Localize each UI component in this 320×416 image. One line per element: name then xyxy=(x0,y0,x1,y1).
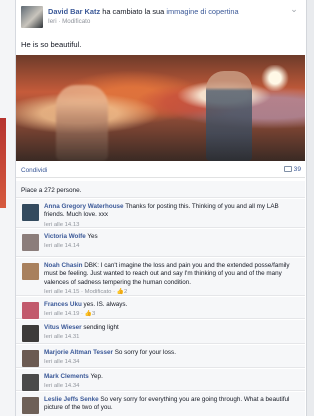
commenter-name-link[interactable]: Mark Clements xyxy=(44,373,89,380)
comment-item: Victoria Wolfe Yes Ieri alle 14.14 xyxy=(16,229,305,257)
side-banner-fragment xyxy=(0,118,6,208)
commenter-avatar[interactable] xyxy=(22,204,39,221)
chevron-down-icon[interactable]: ⌄ xyxy=(289,4,299,14)
photo-light-glow xyxy=(260,65,290,91)
comment-text: Yes xyxy=(87,233,98,240)
post-actions-bar: Condividi 39 xyxy=(16,163,305,178)
comment-bubble-icon xyxy=(283,166,292,173)
commenter-avatar[interactable] xyxy=(22,325,39,342)
comment-meta: Ieri alle 14.15 · Modificato · 👍2 xyxy=(44,288,299,296)
author-name-link[interactable]: David Bar Katz xyxy=(48,7,100,16)
comment-body: Marjorie Altman Tesser So sorry for your… xyxy=(44,349,299,367)
commenter-avatar[interactable] xyxy=(22,350,39,367)
commenter-name-link[interactable]: Vitus Wieser xyxy=(44,324,82,331)
commenter-avatar[interactable] xyxy=(22,302,39,319)
post-action-text: ha cambiato la sua xyxy=(102,7,165,16)
comment-like-count[interactable]: 3 xyxy=(92,311,95,317)
scrollbar-track[interactable] xyxy=(306,0,314,416)
comments-count-value: 39 xyxy=(293,166,301,173)
photo-figure-left xyxy=(56,85,108,161)
comment-item: Vitus Wieser sending light Ieri alle 14.… xyxy=(16,320,305,344)
cover-photo-post: David Bar Katz ha cambiato la sua immagi… xyxy=(16,0,306,416)
thumbs-up-icon: 👍 xyxy=(116,289,125,296)
thumbs-up-icon: 👍 xyxy=(84,311,92,318)
post-header: David Bar Katz ha cambiato la sua immagi… xyxy=(21,4,301,30)
comment-timestamp[interactable]: Ieri alle 14.14 xyxy=(44,242,299,250)
comment-item: Mark Clements Yep. Ieri alle 14.34 xyxy=(16,369,305,391)
cover-photo[interactable] xyxy=(16,55,305,161)
post-meta: Ieri · Modificato xyxy=(48,18,90,25)
comment-body: Noah Chasin DBK: I can't imagine the los… xyxy=(44,262,299,297)
comment-body: Leslie Jeffs Senke So very sorry for eve… xyxy=(44,396,299,413)
comment-body: Frances Uku yes. IS. always. Ieri alle 1… xyxy=(44,301,299,319)
commenter-name-link[interactable]: Frances Uku xyxy=(44,301,82,308)
share-link[interactable]: Condividi xyxy=(21,167,47,174)
comment-text: sending light xyxy=(83,324,119,331)
comment-text: yes. IS. always. xyxy=(83,301,128,308)
comment-timestamp[interactable]: Ieri alle 14.15 · Modificato · xyxy=(44,289,117,295)
comment-timestamp[interactable]: Ieri alle 14.13 xyxy=(44,221,299,229)
commenter-name-link[interactable]: Noah Chasin xyxy=(44,262,83,269)
comment-text: So sorry for your loss. xyxy=(114,349,176,356)
author-avatar[interactable] xyxy=(21,6,43,28)
commenter-avatar[interactable] xyxy=(22,234,39,251)
commenter-avatar[interactable] xyxy=(22,263,39,280)
comment-body: Anna Gregory Waterhouse Thanks for posti… xyxy=(44,203,299,229)
comment-timestamp[interactable]: Ieri alle 14.19 · xyxy=(44,311,85,317)
comment-body: Mark Clements Yep. Ieri alle 14.34 xyxy=(44,373,299,391)
commenter-name-link[interactable]: Anna Gregory Waterhouse xyxy=(44,203,124,210)
post-headline: David Bar Katz ha cambiato la sua immagi… xyxy=(48,7,239,16)
comment-item: Frances Uku yes. IS. always. Ieri alle 1… xyxy=(16,297,305,319)
comment-like-count[interactable]: 2 xyxy=(124,289,127,295)
commenter-avatar[interactable] xyxy=(22,397,39,414)
post-timestamp-link[interactable]: Ieri xyxy=(48,18,57,25)
left-column-background xyxy=(0,0,16,416)
commenter-avatar[interactable] xyxy=(22,374,39,391)
post-status-text: He is so beautiful. xyxy=(21,40,82,49)
comment-item: Marjorie Altman Tesser So sorry for your… xyxy=(16,345,305,368)
comment-body: Victoria Wolfe Yes Ieri alle 14.14 xyxy=(44,233,299,251)
comment-text: Yep. xyxy=(90,373,103,380)
comment-meta: Ieri alle 14.19 · 👍3 xyxy=(44,310,299,318)
comments-count-link[interactable]: 39 xyxy=(283,166,301,173)
likes-summary[interactable]: Piace a 272 persone. xyxy=(16,181,305,198)
commenter-name-link[interactable]: Marjorie Altman Tesser xyxy=(44,349,113,356)
comment-item: Anna Gregory Waterhouse Thanks for posti… xyxy=(16,199,305,228)
commenter-name-link[interactable]: Victoria Wolfe xyxy=(44,233,86,240)
comment-timestamp[interactable]: Ieri alle 14.31 xyxy=(44,333,299,341)
comment-item: Noah Chasin DBK: I can't imagine the los… xyxy=(16,258,305,296)
comment-item: Leslie Jeffs Senke So very sorry for eve… xyxy=(16,392,305,416)
photo-figure-right xyxy=(206,71,252,161)
cover-photo-link[interactable]: immagine di copertina xyxy=(166,7,238,16)
comment-timestamp[interactable]: Ieri alle 14.34 xyxy=(44,358,299,366)
comment-timestamp[interactable]: Ieri alle 14.34 xyxy=(44,382,299,390)
commenter-name-link[interactable]: Leslie Jeffs Senke xyxy=(44,396,99,403)
comment-body: Vitus Wieser sending light Ieri alle 14.… xyxy=(44,324,299,342)
edited-link[interactable]: Modificato xyxy=(62,18,90,25)
